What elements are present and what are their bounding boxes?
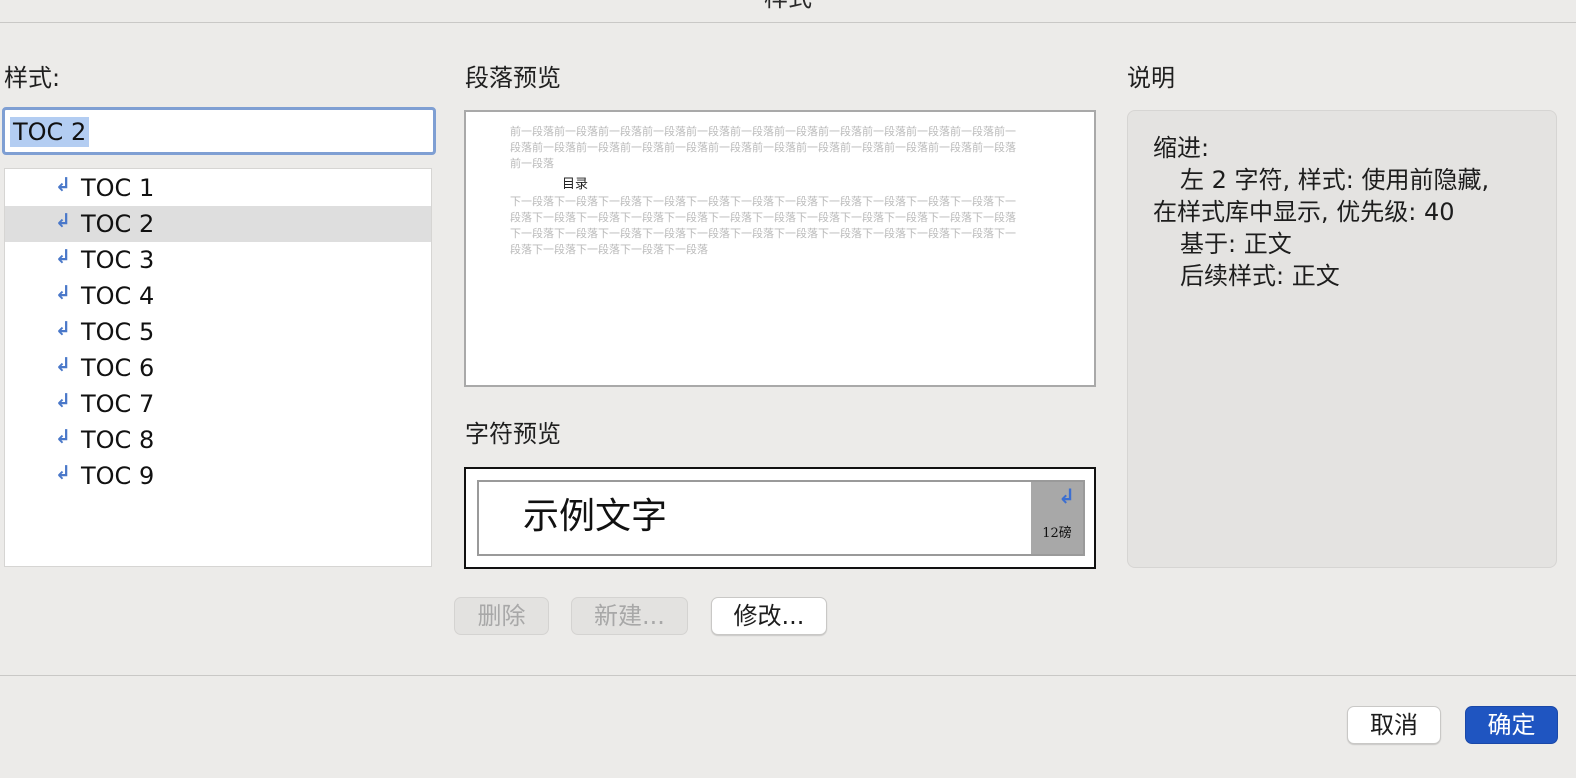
cancel-button[interactable]: 取消: [1347, 706, 1441, 744]
style-list-item[interactable]: ↲ TOC 4: [5, 278, 431, 314]
style-list-item-label: TOC 1: [81, 174, 155, 202]
ok-button[interactable]: 确定: [1465, 706, 1558, 744]
style-list-item-label: TOC 9: [81, 462, 155, 490]
description-line: 基于: 正文: [1180, 230, 1292, 258]
paragraph-return-icon: ↲: [55, 210, 71, 232]
description-line: 左 2 字符, 样式: 使用前隐藏,: [1180, 166, 1490, 194]
paragraph-sample-text: 目录: [562, 177, 589, 192]
style-list-item[interactable]: ↲ TOC 6: [5, 350, 431, 386]
description-panel: 缩进: 左 2 字符, 样式: 使用前隐藏, 在样式库中显示, 优先级: 40 …: [1127, 110, 1557, 568]
style-list-item[interactable]: ↲ TOC 9: [5, 458, 431, 494]
paragraph-return-icon: ↲: [1058, 484, 1075, 508]
description-line: 缩进:: [1153, 134, 1210, 162]
paragraph-return-icon: ↲: [55, 282, 71, 304]
style-list[interactable]: ↲ TOC 1 ↲ TOC 2 ↲ TOC 3 ↲ TOC 4 ↲ TOC 5 ↲ TOC 6 ↲ TOC…: [4, 168, 432, 567]
styles-label: 样式:: [4, 64, 61, 92]
style-list-item[interactable]: ↲ TOC 5: [5, 314, 431, 350]
description-line: 后续样式: 正文: [1180, 262, 1340, 290]
delete-button[interactable]: 删除: [454, 597, 549, 635]
next-paragraph-text: 下一段落下一段落下一段落下一段落下一段落下一段落下一段落下一段落下一段落下一段落…: [510, 195, 1016, 256]
style-list-item-label: TOC 8: [81, 426, 155, 454]
paragraph-preview: 前一段落前一段落前一段落前一段落前一段落前一段落前一段落前一段落前一段落前一段落…: [464, 110, 1096, 387]
paragraph-return-icon: ↲: [55, 426, 71, 448]
paragraph-preview-label: 段落预览: [465, 64, 561, 92]
paragraph-return-icon: ↲: [55, 354, 71, 376]
style-list-item-label: TOC 3: [81, 246, 155, 274]
style-list-item[interactable]: ↲ TOC 2: [5, 206, 431, 242]
font-size-indicator: ↲ 12磅: [1031, 482, 1083, 554]
paragraph-return-icon: ↲: [55, 174, 71, 196]
previous-paragraph-text: 前一段落前一段落前一段落前一段落前一段落前一段落前一段落前一段落前一段落前一段落…: [510, 125, 1016, 170]
style-list-item[interactable]: ↲ TOC 8: [5, 422, 431, 458]
modify-button[interactable]: 修改...: [711, 597, 827, 635]
paragraph-return-icon: ↲: [55, 462, 71, 484]
style-list-item-label: TOC 5: [81, 318, 155, 346]
paragraph-return-icon: ↲: [55, 390, 71, 412]
style-list-item[interactable]: ↲ TOC 7: [5, 386, 431, 422]
character-sample-text: 示例文字: [523, 496, 668, 537]
paragraph-return-icon: ↲: [55, 246, 71, 268]
character-preview: 示例文字 ↲ 12磅: [464, 467, 1096, 569]
title-divider: [0, 22, 1576, 23]
new-style-button[interactable]: 新建...: [571, 597, 688, 635]
style-name-input[interactable]: TOC 2: [2, 107, 436, 155]
style-list-item-label: TOC 4: [81, 282, 155, 310]
style-list-item[interactable]: ↲ TOC 1: [5, 170, 431, 206]
character-preview-frame: 示例文字 ↲ 12磅: [477, 480, 1085, 556]
font-size-label: 12磅: [1042, 526, 1072, 541]
style-list-item[interactable]: ↲ TOC 3: [5, 242, 431, 278]
footer-divider: [0, 675, 1576, 676]
description-label: 说明: [1127, 64, 1175, 92]
style-list-item-label: TOC 2: [81, 210, 155, 238]
character-preview-label: 字符预览: [465, 420, 561, 448]
dialog-title: 样式: [0, 0, 1576, 10]
style-list-item-label: TOC 6: [81, 354, 155, 382]
description-line: 在样式库中显示, 优先级: 40: [1153, 198, 1455, 226]
style-list-item-label: TOC 7: [81, 390, 155, 418]
style-name-value[interactable]: TOC 2: [10, 117, 90, 147]
paragraph-return-icon: ↲: [55, 318, 71, 340]
